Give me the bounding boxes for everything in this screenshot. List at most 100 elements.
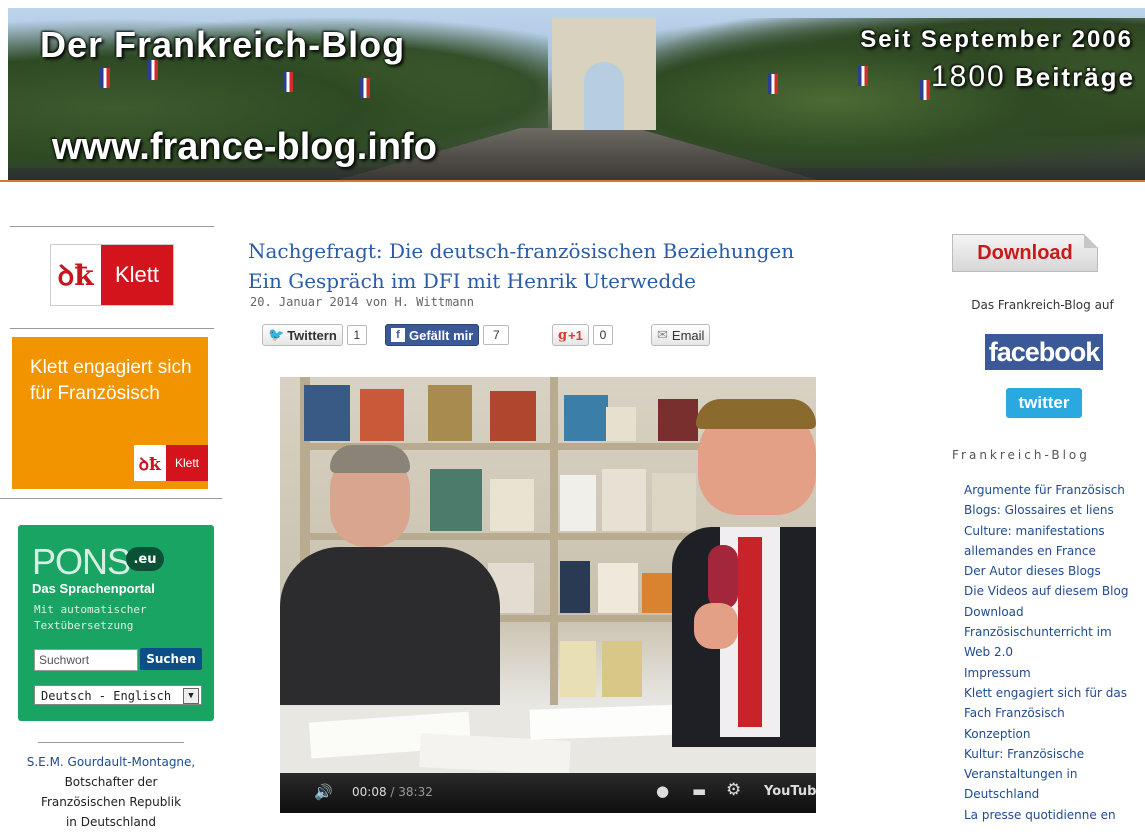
left-text-line: Botschafter der xyxy=(64,775,158,789)
pons-language-value: Deutsch - Englisch xyxy=(41,689,172,703)
klett-mini-word: Klett xyxy=(166,445,208,481)
video-time-total: / 38:32 xyxy=(390,785,433,799)
sidebar-link[interactable]: Klett engagiert sich für das Fach Franzö… xyxy=(964,683,1140,724)
facebook-count: 7 xyxy=(483,325,510,345)
sidebar-link[interactable]: Blogs: Glossaires et liens xyxy=(964,500,1140,520)
klett-ad-banner[interactable]: Klett engagiert sich für Französisch ꝺꝁ … xyxy=(12,337,208,489)
left-text-block: S.E.M. Gourdault-Montagne, Botschafter d… xyxy=(0,752,222,832)
twitter-share-label: Twittern xyxy=(287,327,337,343)
divider xyxy=(38,742,184,743)
pons-language-select[interactable]: Deutsch - Englisch ▼ xyxy=(34,685,202,705)
interviewee-body xyxy=(280,547,500,713)
ambassador-link[interactable]: S.E.M. Gourdault-Montagne, xyxy=(0,752,222,772)
twitter-share[interactable]: 🐦 Twittern 1 xyxy=(262,323,367,347)
klett-logo-link[interactable]: ꝺꝁ Klett xyxy=(50,244,174,306)
email-share[interactable]: ✉ Email xyxy=(651,323,711,347)
volume-icon[interactable]: 🔊 xyxy=(314,783,333,801)
twitter-share-button[interactable]: 🐦 Twittern xyxy=(262,324,343,346)
pons-logo[interactable]: PONS xyxy=(32,541,131,583)
twitter-bird-icon: 🐦 xyxy=(268,327,285,342)
pons-search-button[interactable]: Suchen xyxy=(140,648,202,670)
sidebar-link[interactable]: Kultur: Französische Veranstaltungen in … xyxy=(964,744,1140,805)
book xyxy=(560,641,596,697)
book xyxy=(658,399,698,441)
right-sidebar: Download Das Frankreich-Blog auf faceboo… xyxy=(940,182,1145,827)
facebook-like-button[interactable]: f Gefällt mir xyxy=(385,324,480,346)
header-banner[interactable]: Der Frankreich-Blog www.france-blog.info… xyxy=(8,8,1145,180)
post-meta: 20. Januar 2014 von H. Wittmann xyxy=(250,295,474,309)
gplus-share[interactable]: g +1 0 xyxy=(552,323,613,347)
youtube-logo[interactable]: YouTube xyxy=(764,784,816,799)
sidebar-link[interactable]: Der Autor dieses Blogs xyxy=(964,561,1140,581)
site-title: Der Frankreich-Blog xyxy=(40,24,406,65)
gear-icon[interactable]: ⚙ xyxy=(726,780,741,800)
since-text: Seit September 2006 xyxy=(860,26,1133,53)
post-title-line1[interactable]: Nachgefragt: Die deutsch-französischen B… xyxy=(248,236,794,266)
post-title-line2[interactable]: Ein Gespräch im DFI mit Henrik Uterwedde xyxy=(248,266,794,296)
sidebar-link[interactable]: Konzeption xyxy=(964,724,1140,744)
sidebar-link[interactable]: Die Videos auf diesem Blog xyxy=(964,581,1140,601)
sidebar-link[interactable]: La presse quotidienne en xyxy=(964,805,1140,825)
sidebar-link[interactable]: Argumente für Französisch xyxy=(964,480,1140,500)
sidebar-link[interactable]: Französischunterricht im Web 2.0 xyxy=(964,622,1140,663)
post-count-number: 1800 xyxy=(930,60,1006,93)
video-time-current: 00:08 xyxy=(352,785,387,799)
divider xyxy=(10,328,214,329)
klett-logo-word: Klett xyxy=(101,245,173,305)
sidebar-link[interactable]: Download xyxy=(964,602,1140,622)
interviewee-hair xyxy=(330,445,410,473)
divider xyxy=(10,226,214,227)
interviewer-hair xyxy=(696,399,816,429)
divider xyxy=(0,498,222,499)
sidebar-heading: Frankreich-Blog xyxy=(952,448,1090,462)
klett-ad-text: Klett engagiert sich für Französisch xyxy=(30,357,192,404)
pons-subtitle: Mit automatischer Textübersetzung xyxy=(34,603,147,632)
paper xyxy=(529,704,691,740)
shelf-post xyxy=(550,377,558,707)
book xyxy=(490,391,536,441)
chevron-down-icon[interactable]: ▼ xyxy=(183,688,199,704)
gplus-button[interactable]: g +1 xyxy=(552,324,589,346)
interviewer-hand xyxy=(694,603,738,649)
gplus-count: 0 xyxy=(592,325,613,345)
email-button[interactable]: ✉ Email xyxy=(651,324,711,346)
gplus-label: +1 xyxy=(568,327,583,343)
book xyxy=(652,473,696,531)
facebook-like-label: Gefällt mir xyxy=(409,327,474,343)
book xyxy=(598,563,638,613)
twitter-link[interactable]: twitter xyxy=(1006,388,1082,418)
book xyxy=(602,469,646,531)
book xyxy=(360,389,404,441)
download-button[interactable]: Download xyxy=(952,234,1098,272)
post-title[interactable]: Nachgefragt: Die deutsch-französischen B… xyxy=(248,236,794,296)
video-player[interactable]: 🔊 00:08 / 38:32 ● ▬ ⚙ YouTube xyxy=(280,377,816,813)
left-text-line: Französischen Republik xyxy=(40,795,182,809)
sidebar-link[interactable]: Impressum xyxy=(964,663,1140,683)
klett-mini-icon: ꝺꝁ xyxy=(134,445,166,481)
flag-icon xyxy=(768,74,778,94)
microphone xyxy=(708,545,738,609)
facebook-link[interactable]: facebook xyxy=(985,334,1103,370)
facebook-like[interactable]: f Gefällt mir 7 xyxy=(385,323,510,347)
left-sidebar: ꝺꝁ Klett Klett engagiert sich für Franzö… xyxy=(0,182,222,829)
book xyxy=(602,641,642,697)
clock-icon[interactable]: ● xyxy=(656,782,669,800)
book xyxy=(606,407,636,441)
flag-icon xyxy=(858,66,868,86)
sidebar-links: Argumente für Französisch Blogs: Glossai… xyxy=(964,480,1140,825)
video-frame[interactable] xyxy=(280,377,816,775)
sidebar-link[interactable]: Culture: manifestations allemandes en Fr… xyxy=(964,521,1140,562)
pons-eu-badge: .eu xyxy=(126,547,164,571)
book xyxy=(490,479,534,531)
email-label: Email xyxy=(671,327,705,343)
post-count: 1800 Beiträge xyxy=(931,60,1135,94)
book xyxy=(428,385,472,441)
site-url: www.france-blog.info xyxy=(52,126,437,168)
klett-logo-icon: ꝺꝁ xyxy=(51,245,101,305)
left-text-line: in Deutschland xyxy=(65,815,157,829)
pons-widget: PONS .eu Das Sprachenportal Mit automati… xyxy=(18,525,214,721)
flag-icon xyxy=(360,78,370,98)
captions-icon[interactable]: ▬ xyxy=(692,782,706,800)
book xyxy=(430,469,482,531)
pons-search-input[interactable] xyxy=(34,649,138,671)
